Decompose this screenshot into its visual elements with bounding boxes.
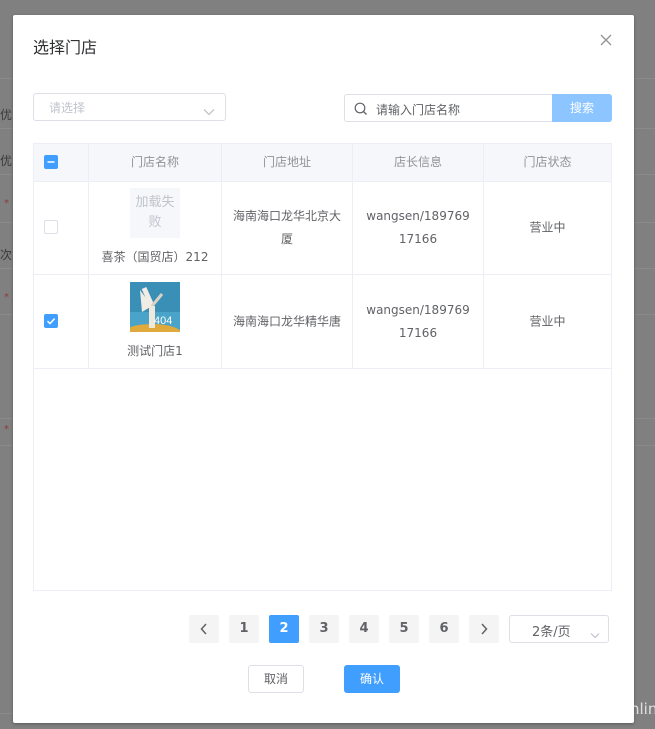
- search-placeholder: 请输入门店名称: [376, 103, 461, 117]
- store-type-select[interactable]: 请选择: [33, 93, 226, 121]
- header-select-cell: [34, 144, 89, 181]
- bg-label: 优: [0, 108, 13, 122]
- manager-info: wangsen/18976917166: [366, 208, 470, 246]
- manager-info: wangsen/18976917166: [366, 302, 470, 340]
- search-group: 请输入门店名称 搜索: [344, 94, 612, 122]
- image-404-text: 404: [154, 315, 172, 327]
- page-button-1[interactable]: 1: [229, 615, 259, 643]
- manager-cell: wangsen/18976917166: [353, 275, 484, 368]
- store-name: 测试门店1: [127, 344, 183, 358]
- select-all-checkbox[interactable]: [44, 155, 58, 169]
- column-header: 店长信息: [353, 144, 484, 181]
- page-size-value: 2条/页: [532, 625, 571, 640]
- store-image-failed: 加载失 败: [130, 188, 180, 238]
- image-fail-text: 加载失 败: [135, 195, 175, 230]
- search-button[interactable]: 搜索: [552, 94, 612, 122]
- bg-required-mark: *: [4, 292, 9, 303]
- page-button-4[interactable]: 4: [349, 615, 379, 643]
- store-address-cell: 海南海口龙华精华唐: [222, 275, 353, 368]
- table-row[interactable]: 404 测试门店1 海南海口龙华精华唐 wangsen/18976917166 …: [34, 275, 611, 369]
- cancel-button[interactable]: 取消: [248, 665, 304, 693]
- table-row[interactable]: 加载失 败 喜茶（国贸店）212 海南海口龙华北京大厦 wangsen/1897…: [34, 181, 611, 275]
- page-size-select[interactable]: 2条/页: [509, 615, 609, 643]
- chevron-left-icon: [200, 623, 207, 635]
- select-placeholder: 请选择: [49, 101, 86, 115]
- search-icon: [354, 101, 368, 120]
- page-button-6[interactable]: 6: [429, 615, 459, 643]
- page-button-2[interactable]: 2: [269, 615, 299, 643]
- watermark: https://blog.csdn.net/wangsenling: [412, 700, 655, 718]
- row-checkbox[interactable]: [44, 314, 58, 328]
- prev-page-button[interactable]: [189, 615, 219, 643]
- status-cell: 营业中: [484, 181, 611, 274]
- search-input[interactable]: 请输入门店名称: [344, 94, 552, 122]
- row-select-cell: [34, 181, 89, 274]
- chevron-right-icon: [481, 623, 488, 635]
- chevron-down-icon: [203, 101, 215, 120]
- column-header: 门店状态: [523, 155, 572, 169]
- bg-label: 优: [0, 154, 13, 168]
- row-select-cell: [34, 275, 89, 368]
- bg-required-mark: *: [4, 198, 9, 209]
- bg-label: 次: [0, 248, 13, 262]
- column-header: 门店地址: [222, 144, 353, 181]
- store-status: 营业中: [529, 220, 566, 234]
- bg-required-mark: *: [4, 424, 9, 435]
- store-name-cell: 404 测试门店1: [89, 275, 222, 368]
- status-cell: 营业中: [484, 275, 611, 368]
- dialog-title: 选择门店: [33, 38, 98, 57]
- chevron-down-icon: [590, 624, 600, 643]
- page-button-3[interactable]: 3: [309, 615, 339, 643]
- store-address-cell: 海南海口龙华北京大厦: [222, 181, 353, 274]
- store-name-cell: 加载失 败 喜茶（国贸店）212: [89, 181, 222, 274]
- table-header: 门店名称 门店地址 店长信息 门店状态: [34, 144, 611, 182]
- confirm-button[interactable]: 确认: [344, 665, 400, 693]
- store-address: 海南海口龙华精华唐: [232, 314, 341, 328]
- close-icon[interactable]: [600, 34, 614, 48]
- store-address: 海南海口龙华北京大厦: [232, 208, 341, 246]
- store-name: 喜茶（国贸店）212: [101, 250, 209, 264]
- next-page-button[interactable]: [469, 615, 499, 643]
- page-button-5[interactable]: 5: [389, 615, 419, 643]
- row-checkbox[interactable]: [44, 220, 58, 234]
- store-status: 营业中: [529, 314, 566, 328]
- windmill-404-image: 404: [130, 282, 180, 332]
- store-table: 门店名称 门店地址 店长信息 门店状态 加载失 败 喜茶（国贸店）212 海南海…: [33, 143, 612, 591]
- manager-cell: wangsen/18976917166: [353, 181, 484, 274]
- column-header: 门店名称: [89, 144, 222, 181]
- select-store-dialog: 选择门店 请选择 请输入门店名称 搜索 门店名称 门店地址 店长信息 门店状态 …: [13, 15, 634, 723]
